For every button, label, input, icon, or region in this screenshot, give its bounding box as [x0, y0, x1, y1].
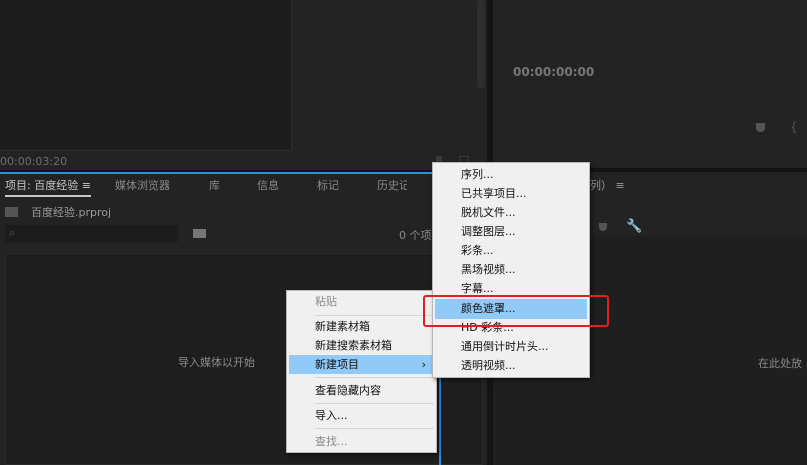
search-input[interactable]: ⌕	[5, 225, 178, 242]
menu-item-new-item[interactable]: 新建项目 ›	[289, 355, 434, 374]
source-video-area	[0, 0, 292, 151]
menu-item-new-search-bin[interactable]: 新建搜索素材箱	[287, 336, 436, 355]
project-folder-icon	[5, 207, 18, 217]
submenu-item-countdown-leader[interactable]: 通用倒计时片头...	[433, 337, 589, 356]
tab-history[interactable]: 历史记	[377, 177, 407, 193]
menu-label: 导入...	[315, 409, 348, 422]
menu-label: 脱机文件...	[461, 206, 516, 219]
submenu-item-transparent-video[interactable]: 透明视频...	[433, 356, 589, 375]
menu-label: 序列...	[461, 168, 494, 181]
panel-menu-icon[interactable]: ≡	[82, 179, 91, 192]
context-menu: 粘贴 新建素材箱 新建搜索素材箱 新建项目 › 查看隐藏内容 导入... 查找..…	[286, 290, 437, 453]
annotation-highlight-box	[423, 295, 609, 327]
add-marker-icon[interactable]	[599, 223, 607, 231]
menu-item-new-bin[interactable]: 新建素材箱	[287, 317, 436, 336]
submenu-item-bars-tone[interactable]: 彩条...	[433, 241, 589, 260]
source-monitor-panel: 00:00:03:20	[0, 0, 487, 170]
wrench-icon[interactable]: 🔧	[626, 219, 642, 234]
menu-label: 查看隐藏内容	[315, 384, 381, 397]
submenu-item-black-video[interactable]: 黑场视频...	[433, 260, 589, 279]
menu-label: 新建搜索素材箱	[315, 339, 392, 352]
menu-separator	[315, 315, 434, 316]
submenu-item-sequence[interactable]: 序列...	[433, 165, 589, 184]
new-item-submenu: 序列... 已共享项目... 脱机文件... 调整图层... 彩条... 黑场视…	[432, 162, 590, 378]
menu-label: 调整图层...	[461, 225, 516, 238]
menu-label: 粘贴	[315, 295, 337, 308]
empty-message: 导入媒体以开始	[178, 356, 255, 369]
submenu-arrow-icon: ›	[421, 358, 426, 371]
menu-item-view-hidden[interactable]: 查看隐藏内容	[287, 381, 436, 400]
drop-message: 在此处放	[758, 357, 802, 370]
menu-label: 彩条...	[461, 244, 494, 257]
menu-label: 透明视频...	[461, 359, 516, 372]
submenu-item-offline-file[interactable]: 脱机文件...	[433, 203, 589, 222]
menu-label: 新建项目	[315, 358, 359, 371]
scrollbar[interactable]	[477, 0, 485, 88]
source-timecode: 00:00:03:20	[0, 155, 68, 168]
menu-separator	[315, 428, 434, 429]
tab-project[interactable]: 项目: 百度经验 ≡	[5, 177, 91, 197]
program-monitor-panel: 00:00:00:00 {	[493, 0, 807, 168]
search-icon: ⌕	[9, 226, 16, 239]
tab-info[interactable]: 信息	[257, 177, 279, 193]
project-file-name: 百度经验.prproj	[31, 206, 112, 219]
menu-separator	[315, 377, 434, 378]
menu-item-import[interactable]: 导入...	[287, 406, 436, 425]
menu-label: 通用倒计时片头...	[461, 340, 549, 353]
panel-divider[interactable]	[439, 378, 441, 465]
tab-media-browser[interactable]: 媒体浏览器	[115, 177, 170, 193]
menu-label: 新建素材箱	[315, 320, 370, 333]
program-timecode: 00:00:00:00	[513, 65, 595, 79]
timeline-title: 列） ≡	[590, 177, 625, 193]
marker-icon[interactable]	[756, 123, 765, 132]
tab-label: 项目: 百度经验	[5, 179, 79, 192]
tab-libraries[interactable]: 库	[209, 177, 220, 193]
menu-item-find[interactable]: 查找...	[287, 432, 436, 451]
menu-item-paste[interactable]: 粘贴	[287, 292, 436, 311]
submenu-item-adjustment-layer[interactable]: 调整图层...	[433, 222, 589, 241]
menu-label: 查找...	[315, 435, 348, 448]
menu-separator	[315, 403, 434, 404]
submenu-item-shared-project[interactable]: 已共享项目...	[433, 184, 589, 203]
new-search-bin-icon[interactable]	[193, 229, 206, 238]
timeline-title-text: 列）	[590, 179, 612, 192]
menu-label: 已共享项目...	[461, 187, 527, 200]
item-count: 0 个项	[399, 229, 432, 242]
mark-in-icon[interactable]: {	[790, 120, 798, 134]
menu-label: 黑场视频...	[461, 263, 516, 276]
tab-markers[interactable]: 标记	[317, 177, 339, 193]
panel-menu-icon[interactable]: ≡	[616, 179, 625, 192]
